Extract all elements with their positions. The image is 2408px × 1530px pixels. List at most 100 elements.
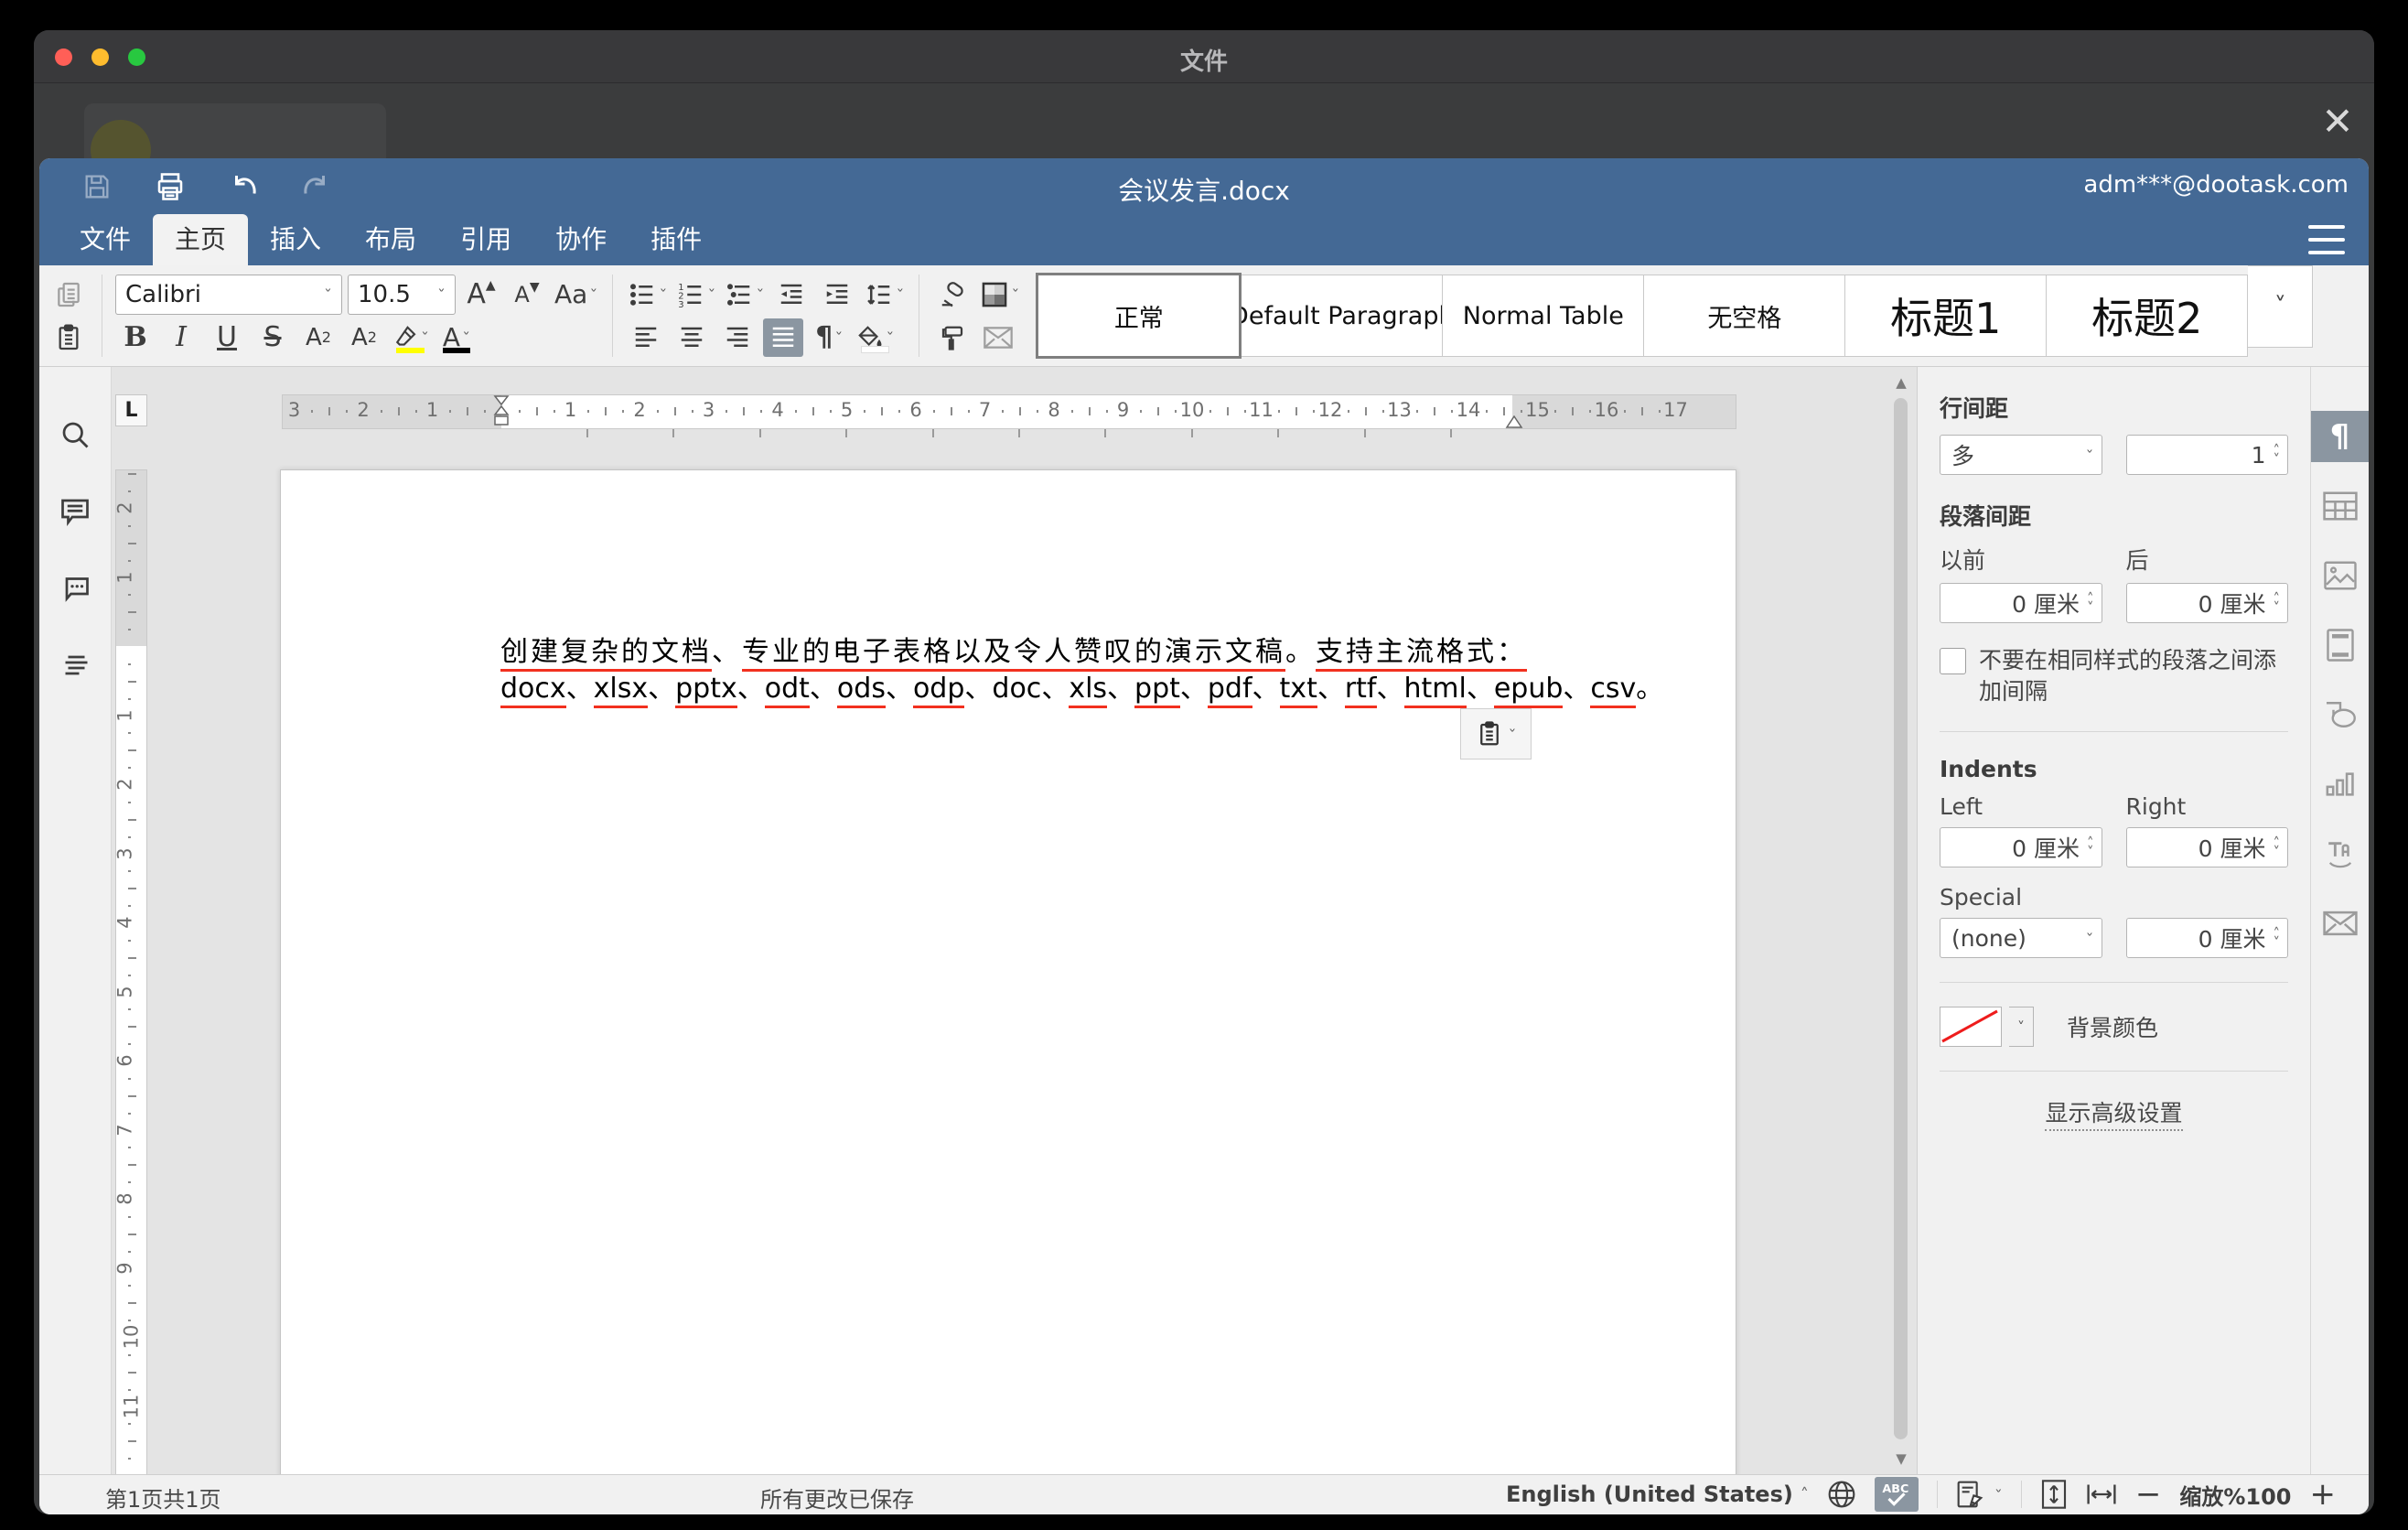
document-canvas[interactable]: L 3211234567891011121314151617 — [112, 367, 1917, 1474]
numbered-list-button[interactable]: 123˅ — [674, 275, 717, 314]
style-item[interactable]: 标题2 — [2047, 275, 2248, 357]
ribbon-tab[interactable]: 文件 — [58, 214, 153, 265]
increase-indent-button[interactable] — [817, 275, 857, 314]
paragraph-settings-tab[interactable]: ¶ — [2311, 411, 2369, 462]
style-item[interactable]: Normal Table — [1443, 275, 1644, 357]
subscript-button[interactable]: A2 — [344, 318, 384, 357]
align-left-button[interactable] — [626, 318, 666, 357]
underline-button[interactable]: U — [207, 318, 247, 357]
multilevel-list-button[interactable]: ˅ — [723, 275, 766, 314]
superscript-button[interactable]: A2 — [298, 318, 339, 357]
font-size-select[interactable]: 10.5˅ — [348, 275, 456, 315]
dimmed-backdrop: ✕ — [34, 83, 2374, 159]
chart-settings-tab[interactable] — [2311, 759, 2369, 810]
close-dialog-button[interactable]: ✕ — [2317, 102, 2358, 142]
text-art-settings-tab[interactable] — [2311, 828, 2369, 879]
indent-left-spinner[interactable]: 0 厘米˄˅ — [1940, 827, 2102, 867]
right-indent-marker-icon[interactable] — [1505, 415, 1523, 428]
style-item[interactable]: 无空格 — [1644, 275, 1845, 357]
mail-merge-settings-tab[interactable] — [2311, 898, 2369, 949]
track-changes-button[interactable]: ˅ — [1956, 1480, 2003, 1509]
navigation-headings-button[interactable] — [55, 645, 95, 685]
change-case-button[interactable]: Aa˅ — [553, 275, 599, 314]
align-justify-button[interactable] — [763, 318, 803, 357]
no-space-same-style-checkbox[interactable]: 不要在相同样式的段落之间添加间隔 — [1940, 645, 2288, 707]
line-spacing-value-spinner[interactable]: 1˄˅ — [2126, 435, 2289, 475]
ruler-number: 9 — [1117, 399, 1129, 421]
ribbon-tab[interactable]: 引用 — [438, 214, 533, 265]
comments-button[interactable] — [55, 491, 95, 532]
ribbon-tab[interactable]: 插件 — [629, 214, 724, 265]
background-color-dropdown[interactable]: ˅ — [2009, 1007, 2034, 1047]
indent-right-spinner[interactable]: 0 厘米˄˅ — [2126, 827, 2289, 867]
search-button[interactable] — [55, 415, 95, 455]
spell-check-toggle[interactable]: ABC — [1875, 1477, 1919, 1512]
vertical-ruler[interactable]: 211234567891011 — [115, 469, 147, 1474]
indent-right-label: Right — [2126, 793, 2289, 820]
zoom-out-button[interactable]: − — [2135, 1479, 2162, 1510]
decrease-font-size-button[interactable]: A▼ — [507, 275, 547, 314]
line-spacing-button[interactable]: ˅ — [863, 275, 906, 314]
align-right-button[interactable] — [717, 318, 758, 357]
clear-style-button[interactable] — [932, 275, 973, 314]
language-selector[interactable]: English (United States)˄ — [1506, 1482, 1809, 1507]
styles-gallery-expand-button[interactable]: ˅ — [2248, 265, 2313, 348]
format-painter-button[interactable] — [932, 318, 973, 357]
mail-merge-button[interactable] — [978, 318, 1018, 357]
page-count[interactable]: 第1页共1页 — [105, 1482, 221, 1514]
ribbon-tab[interactable]: 布局 — [343, 214, 438, 265]
paste-button[interactable] — [48, 318, 89, 357]
special-indent-spinner[interactable]: 0 厘米˄˅ — [2126, 918, 2289, 958]
fit-page-button[interactable] — [2040, 1480, 2068, 1509]
table-settings-tab[interactable] — [2311, 480, 2369, 532]
decrease-indent-button[interactable] — [771, 275, 812, 314]
style-item[interactable]: 标题1 — [1845, 275, 2047, 357]
document-page[interactable] — [280, 469, 1736, 1474]
style-item[interactable]: Default Paragraph — [1242, 275, 1443, 357]
copy-style-color-scheme-button[interactable]: ˅ — [978, 275, 1021, 314]
ribbon-tab[interactable]: 插入 — [248, 214, 343, 265]
ruler-number: 17 — [1663, 399, 1688, 421]
paragraph-shading-button[interactable]: ˅ — [855, 318, 896, 357]
shape-settings-tab[interactable] — [2311, 689, 2369, 740]
strikethrough-button[interactable]: S — [253, 318, 293, 357]
checkbox-icon[interactable] — [1940, 648, 1966, 674]
vertical-scrollbar[interactable]: ▲ ▼ — [1891, 372, 1911, 1469]
increase-font-size-button[interactable]: A▲ — [461, 275, 501, 314]
chat-button[interactable] — [55, 568, 95, 609]
style-item[interactable]: 正常 — [1036, 273, 1242, 359]
headers-footers-settings-tab[interactable] — [2311, 620, 2369, 671]
font-name-select[interactable]: Calibri˅ — [115, 275, 342, 315]
globe-icon — [1827, 1480, 1856, 1509]
paragraph-line: 创建复杂的文档、专业的电子表格以及令人赞叹的演示文稿。支持主流格式： — [500, 634, 1635, 671]
background-color-swatch[interactable] — [1940, 1007, 2002, 1047]
align-center-button[interactable] — [672, 318, 712, 357]
ribbon-tab[interactable]: 主页 — [153, 214, 248, 265]
paste-options-button[interactable]: ˅ — [1460, 708, 1532, 760]
copy-button[interactable] — [48, 275, 89, 314]
image-settings-tab[interactable] — [2311, 550, 2369, 601]
spacing-after-spinner[interactable]: 0 厘米˄˅ — [2126, 583, 2289, 623]
horizontal-ruler[interactable]: 3211234567891011121314151617 — [282, 394, 1736, 429]
bullet-list-button[interactable]: ˅ — [626, 275, 669, 314]
indent-markers-icon[interactable] — [492, 395, 511, 428]
ribbon-tab[interactable]: 协作 — [533, 214, 629, 265]
font-color-button[interactable]: A˅ — [436, 318, 477, 357]
document-text[interactable]: 创建复杂的文档、专业的电子表格以及令人赞叹的演示文稿。支持主流格式： docx、… — [500, 634, 1635, 707]
tab-stop-selector[interactable]: L — [115, 394, 147, 426]
hamburger-menu-icon[interactable] — [2308, 225, 2345, 254]
document-language-button[interactable] — [1827, 1480, 1856, 1509]
show-advanced-settings-link[interactable]: 显示高级设置 — [2045, 1100, 2182, 1131]
scroll-up-icon[interactable]: ▲ — [1891, 372, 1911, 393]
special-indent-select[interactable]: (none)˅ — [1940, 918, 2102, 958]
bold-button[interactable]: B — [115, 318, 156, 357]
line-spacing-select[interactable]: 多˅ — [1940, 435, 2102, 475]
scrollbar-thumb[interactable] — [1894, 398, 1908, 1439]
spacing-before-spinner[interactable]: 0 厘米˄˅ — [1940, 583, 2102, 623]
nonprinting-characters-button[interactable]: ¶˅ — [809, 318, 849, 357]
highlight-color-button[interactable]: ˅ — [390, 318, 431, 357]
fit-width-button[interactable] — [2086, 1482, 2117, 1507]
zoom-in-button[interactable]: + — [2310, 1479, 2337, 1510]
italic-button[interactable]: I — [161, 318, 201, 357]
scroll-down-icon[interactable]: ▼ — [1891, 1449, 1911, 1469]
